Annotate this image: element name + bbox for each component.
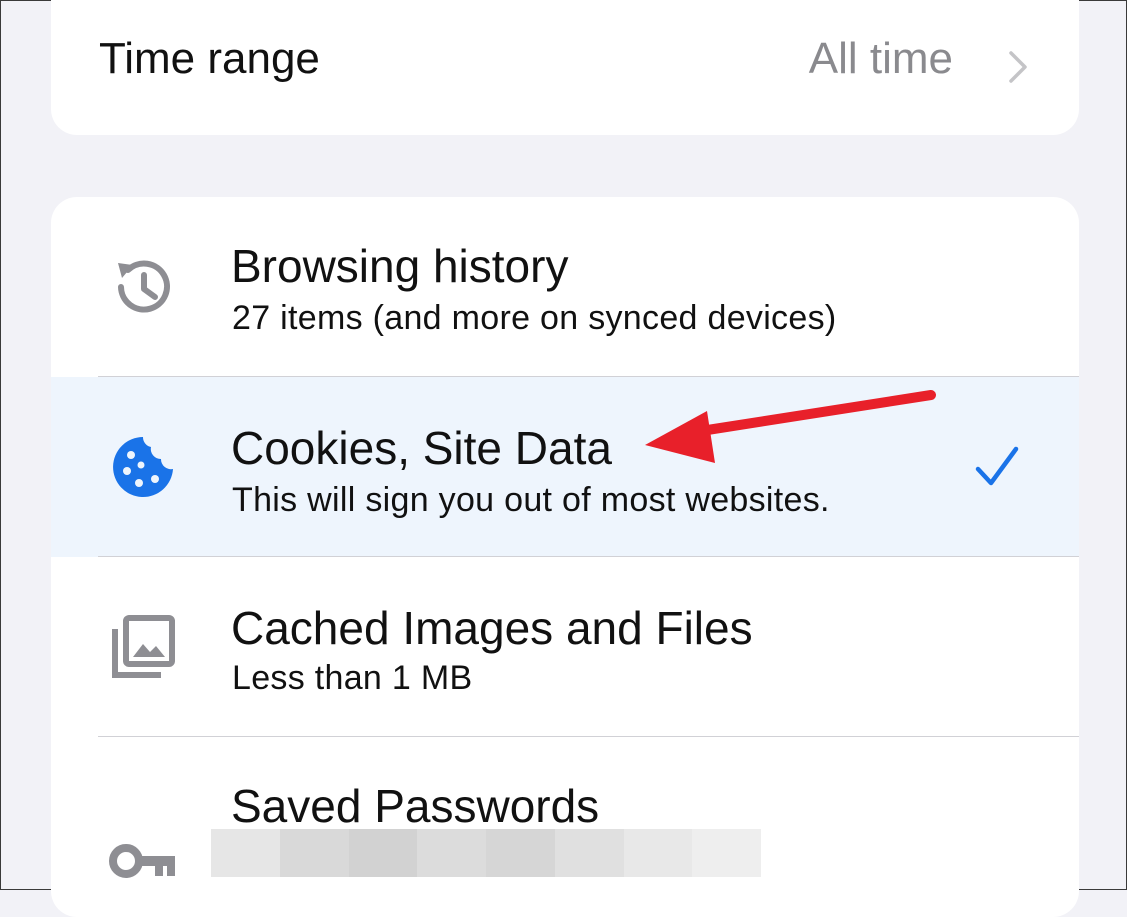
- images-icon: [112, 615, 175, 678]
- redacted-subtitle: [211, 829, 761, 877]
- list-item-cached-images[interactable]: Cached Images and Files Less than 1 MB: [51, 557, 1079, 737]
- browsing-history-subtitle: 27 items (and more on synced devices): [232, 299, 837, 337]
- cached-images-subtitle: Less than 1 MB: [232, 659, 473, 697]
- history-icon: [118, 260, 170, 313]
- data-types-list: Browsing history 27 items (and more on s…: [51, 197, 1079, 917]
- annotation-arrow: [645, 390, 936, 463]
- cookies-title: Cookies, Site Data: [231, 422, 612, 474]
- browsing-history-title: Browsing history: [231, 240, 569, 292]
- time-range-card[interactable]: Time range All time: [51, 0, 1079, 135]
- cookie-icon: [113, 437, 173, 497]
- cookies-subtitle: This will sign you out of most websites.: [232, 481, 830, 519]
- chevron-right-icon: [1009, 51, 1027, 83]
- list-item-browsing-history[interactable]: Browsing history 27 items (and more on s…: [51, 197, 1079, 377]
- list-item-saved-passwords[interactable]: Saved Passwords: [51, 737, 1079, 917]
- checkmark-icon: [975, 446, 1019, 486]
- time-range-label: Time range: [99, 34, 320, 83]
- saved-passwords-title: Saved Passwords: [231, 780, 600, 832]
- time-range-value[interactable]: All time: [809, 37, 953, 81]
- key-icon: [109, 844, 175, 878]
- cached-images-title: Cached Images and Files: [231, 602, 753, 654]
